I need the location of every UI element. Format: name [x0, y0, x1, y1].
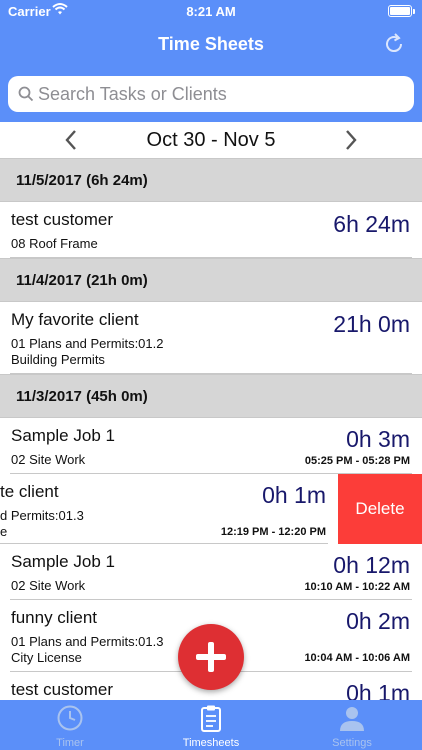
- timesheet-row-swiped[interactable]: te client d Permits:01.3 e 0h 1m 12:19 P…: [0, 474, 338, 544]
- time-range: 05:25 PM - 05:28 PM: [304, 455, 410, 467]
- task-name: 01 Plans and Permits:01.2: [11, 336, 164, 351]
- date-header: 11/5/2017 (6h 24m): [0, 158, 422, 202]
- date-header-label: 11/5/2017 (6h 24m): [16, 172, 148, 189]
- client-name: My favorite client: [11, 310, 139, 329]
- app: Carrier 8:21 AM Time Sheets Oct 30 - Nov: [0, 0, 422, 750]
- date-header: 11/3/2017 (45h 0m): [0, 374, 422, 418]
- duration: 0h 2m: [346, 608, 410, 634]
- task-name: 02 Site Work: [11, 452, 86, 467]
- time-range: 12:19 PM - 12:20 PM: [220, 526, 326, 538]
- page-title: Time Sheets: [158, 34, 264, 54]
- tab-label: Timesheets: [182, 737, 240, 749]
- add-entry-button[interactable]: [178, 624, 244, 690]
- client-name: test customer: [11, 680, 114, 699]
- task-detail: Building Permits: [11, 352, 105, 367]
- client-name: Sample Job 1: [11, 552, 115, 571]
- duration: 0h 1m: [262, 482, 326, 508]
- battery-icon: [388, 5, 415, 17]
- search-field[interactable]: [8, 76, 414, 112]
- task-name: d Permits:01.3: [0, 508, 84, 523]
- tab-settings[interactable]: Settings: [282, 700, 422, 750]
- client-name: test customer: [11, 210, 114, 229]
- search-bar-container: [0, 66, 422, 122]
- search-icon: [18, 86, 34, 102]
- date-header-label: 11/3/2017 (45h 0m): [16, 388, 148, 405]
- client-name: funny client: [11, 608, 97, 627]
- tab-label: Settings: [332, 737, 372, 749]
- clipboard-icon: [201, 705, 221, 732]
- task-detail: e: [0, 524, 8, 539]
- duration: 0h 3m: [346, 426, 410, 452]
- duration: 0h 1m: [346, 680, 410, 700]
- timesheet-row[interactable]: Sample Job 1 02 Site Work 0h 12m 10:10 A…: [0, 544, 422, 600]
- timesheet-list[interactable]: 11/5/2017 (6h 24m) test customer 08 Roof…: [0, 158, 422, 700]
- tab-bar: Timer Timesheets Settings: [0, 700, 422, 750]
- timesheet-row[interactable]: Sample Job 1 02 Site Work 0h 3m 05:25 PM…: [0, 418, 422, 474]
- task-name: 08 Roof Frame: [11, 236, 98, 251]
- duration: 6h 24m: [333, 211, 410, 237]
- chevron-right-icon[interactable]: [340, 128, 362, 152]
- week-navigator: Oct 30 - Nov 5: [0, 122, 422, 158]
- tab-timer[interactable]: Timer: [0, 700, 140, 750]
- status-time: 8:21 AM: [186, 4, 236, 19]
- task-name: 01 Plans and Permits:01.3: [11, 634, 164, 649]
- refresh-icon[interactable]: [382, 32, 406, 56]
- clock-icon: [57, 705, 83, 731]
- status-bar: Carrier 8:21 AM: [0, 0, 422, 22]
- tab-label: Timer: [56, 737, 84, 749]
- date-header: 11/4/2017 (21h 0m): [0, 258, 422, 302]
- client-name: te client: [0, 482, 59, 501]
- client-name: Sample Job 1: [11, 426, 115, 445]
- timesheet-row[interactable]: test customer 08 Roof Frame 6h 24m: [0, 202, 422, 258]
- swiped-row-content: te client d Permits:01.3 e 0h 1m 12:19 P…: [0, 474, 338, 544]
- delete-button[interactable]: Delete: [338, 474, 422, 544]
- duration: 0h 12m: [333, 552, 410, 578]
- tab-timesheets[interactable]: Timesheets: [141, 700, 281, 750]
- person-icon: [340, 707, 364, 731]
- date-header-label: 11/4/2017 (21h 0m): [16, 272, 148, 289]
- timesheet-row[interactable]: My favorite client 01 Plans and Permits:…: [0, 302, 422, 374]
- navigation-bar: Time Sheets: [0, 22, 422, 66]
- task-detail: City License: [11, 650, 82, 665]
- task-name: 02 Site Work: [11, 578, 86, 593]
- time-range: 10:10 AM - 10:22 AM: [304, 581, 410, 593]
- time-range: 10:04 AM - 10:06 AM: [304, 652, 410, 664]
- duration: 21h 0m: [333, 311, 410, 337]
- search-input[interactable]: [38, 76, 398, 112]
